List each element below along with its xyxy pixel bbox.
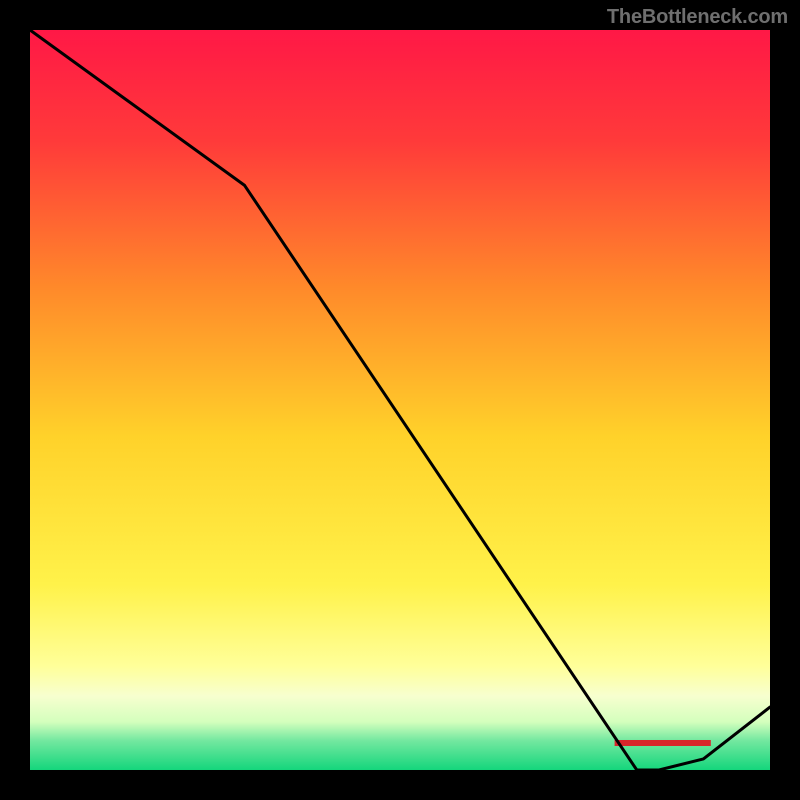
plot-area: [30, 30, 770, 770]
gradient-background: [30, 30, 770, 770]
chart-svg: [30, 30, 770, 770]
bottom-marker: [615, 740, 711, 746]
watermark-label: TheBottleneck.com: [607, 6, 788, 29]
chart-frame: TheBottleneck.com: [0, 0, 800, 800]
